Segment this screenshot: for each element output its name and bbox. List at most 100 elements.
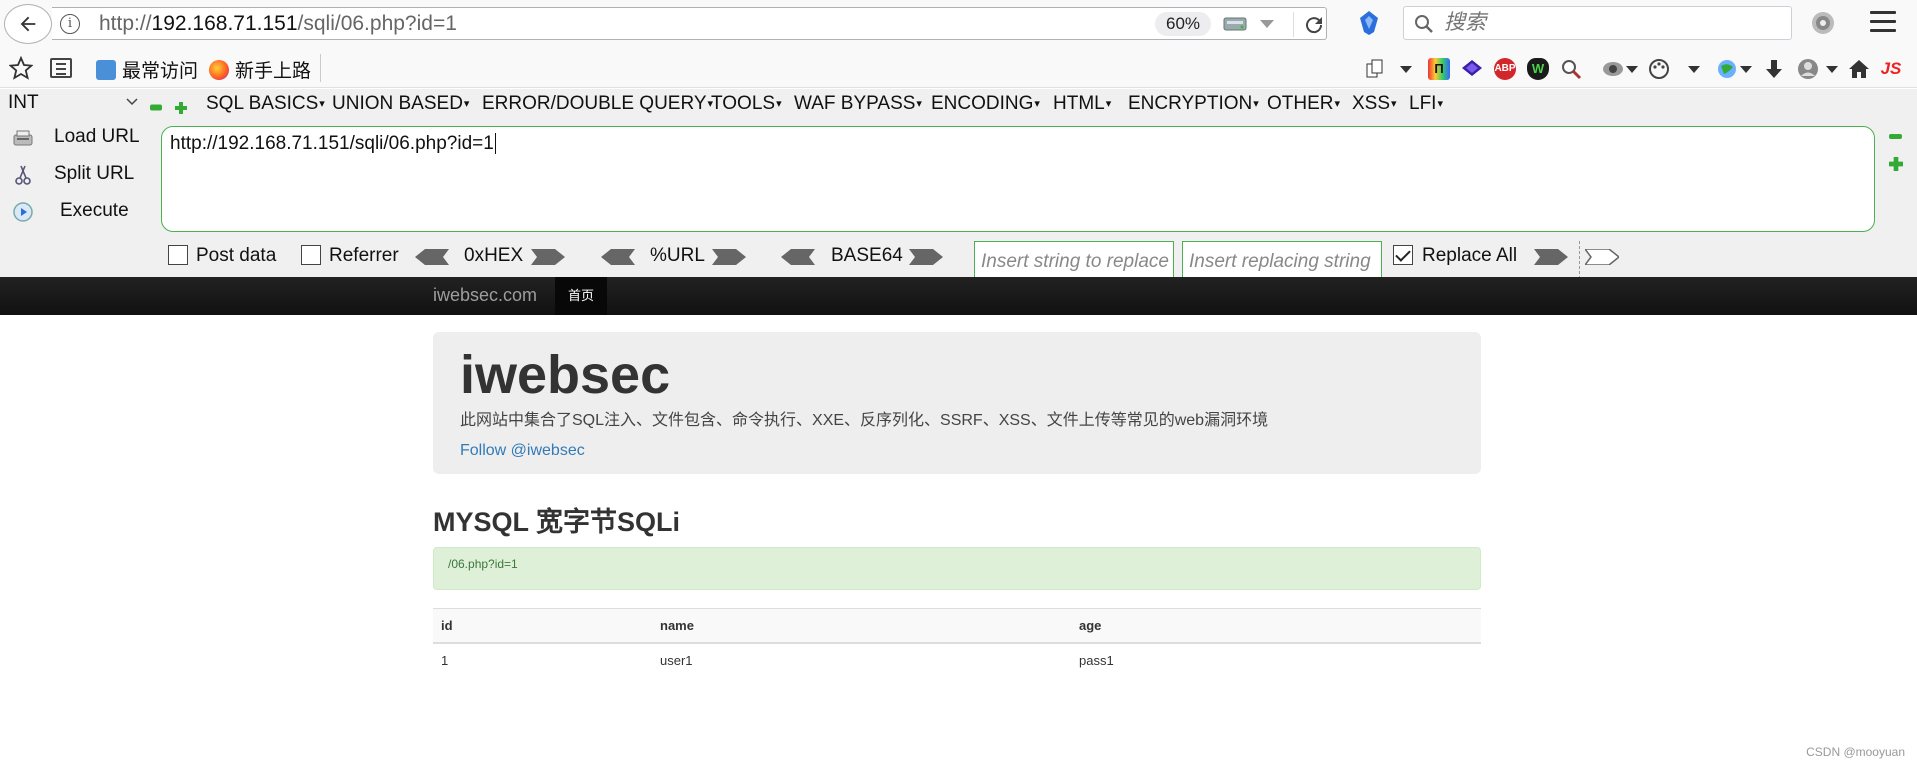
- replace-next-arrow-icon[interactable]: [1585, 249, 1619, 265]
- results-table: id name age 1 user1 pass1: [433, 608, 1481, 677]
- layers-ext-icon[interactable]: [1461, 58, 1483, 80]
- bookmark-label: 新手上路: [235, 61, 312, 82]
- url-textarea[interactable]: http://192.168.71.151/sqli/06.php?id=1: [161, 126, 1875, 232]
- gear-icon[interactable]: [1810, 10, 1836, 36]
- follow-link[interactable]: Follow @iwebsec: [460, 442, 585, 460]
- type-select-value: INT: [8, 92, 39, 113]
- url-encode-label: %URL: [650, 245, 705, 266]
- navigation-bar: i http://192.168.71.151/sqli/06.php?id=1…: [0, 0, 1917, 46]
- reload-icon[interactable]: [1302, 13, 1326, 37]
- hackbar-options: Post data Referrer 0xHEX %URL BASE64 Ins…: [0, 237, 1917, 281]
- decode-hex-arrow-icon[interactable]: [415, 249, 449, 265]
- menu-waf-bypass[interactable]: WAF BYPASS: [794, 93, 922, 115]
- menu-tools[interactable]: TOOLS: [711, 93, 782, 115]
- download-icon[interactable]: [1763, 58, 1785, 80]
- replace-arrow-icon[interactable]: [1534, 249, 1568, 265]
- plus-icon[interactable]: [1889, 157, 1903, 171]
- page-icon[interactable]: [1364, 58, 1386, 80]
- encode-url-arrow-icon[interactable]: [712, 249, 746, 265]
- table-header-row: id name age: [433, 608, 1481, 644]
- menu-encoding[interactable]: ENCODING: [931, 93, 1040, 115]
- site-description: 此网站中集合了SQL注入、文件包含、命令执行、XXE、反序列化、SSRF、XSS…: [460, 412, 1269, 429]
- dropdown-arrow-icon[interactable]: [1688, 66, 1700, 73]
- bookmark-most-visited[interactable]: 最常访问: [96, 56, 198, 83]
- dropdown-arrow-icon[interactable]: [1740, 66, 1752, 73]
- text-cursor: [494, 133, 496, 154]
- replace-string-input[interactable]: Insert string to replace: [974, 241, 1174, 281]
- info-icon[interactable]: i: [60, 14, 80, 34]
- dropdown-arrow-icon[interactable]: [1400, 66, 1412, 73]
- post-data-checkbox[interactable]: [168, 245, 188, 265]
- globe-ext-icon[interactable]: [1716, 58, 1738, 80]
- bookmark-getting-started[interactable]: 新手上路: [209, 56, 311, 83]
- home-icon[interactable]: [1848, 58, 1870, 80]
- site-title: iwebsec: [460, 345, 671, 405]
- pi-ext-icon[interactable]: П: [1428, 58, 1450, 80]
- search-bar[interactable]: [1403, 6, 1792, 40]
- menu-html[interactable]: HTML: [1053, 93, 1111, 115]
- replacing-string-input[interactable]: Insert replacing string: [1182, 241, 1382, 281]
- hamburger-menu-icon[interactable]: [1870, 11, 1896, 35]
- back-button[interactable]: [4, 4, 52, 44]
- bookmarks-toolbar: 最常访问 新手上路 П ABP W JS: [0, 46, 1917, 88]
- avatar-ext-icon[interactable]: [1797, 58, 1819, 80]
- menu-other[interactable]: OTHER: [1267, 93, 1340, 115]
- library-icon[interactable]: [50, 58, 72, 78]
- dropdown-arrow-icon[interactable]: [1260, 20, 1274, 28]
- minus-icon[interactable]: [1889, 134, 1902, 139]
- hackbar-menu: INT SQL BASICS UNION BASED ERROR/DOUBLE …: [0, 89, 1917, 122]
- js-ext-icon[interactable]: JS: [1880, 58, 1902, 80]
- page-heading: MYSQL 宽字节SQLi: [433, 507, 681, 537]
- star-icon[interactable]: [9, 56, 33, 80]
- hex-label: 0xHEX: [464, 245, 524, 266]
- menu-xss[interactable]: XSS: [1352, 93, 1397, 115]
- execute-button[interactable]: Execute: [8, 197, 138, 227]
- palette-ext-icon[interactable]: [1648, 58, 1670, 80]
- table-row: 1 user1 pass1: [433, 643, 1481, 677]
- menu-encryption[interactable]: ENCRYPTION: [1128, 93, 1259, 115]
- shield-extension-icon[interactable]: [1358, 10, 1380, 36]
- table-cell: 1: [441, 652, 449, 668]
- menu-sql-basics[interactable]: SQL BASICS: [206, 93, 325, 115]
- load-url-button[interactable]: Load URL: [8, 123, 140, 153]
- dropdown-arrow-icon[interactable]: [1826, 66, 1838, 73]
- split-url-label: Split URL: [54, 163, 135, 184]
- chevron-down-icon: [126, 98, 138, 106]
- execute-label: Execute: [60, 200, 129, 221]
- encode-hex-arrow-icon[interactable]: [531, 249, 565, 265]
- menu-error-double-query[interactable]: ERROR/DOUBLE QUERY: [482, 93, 713, 115]
- encode-base64-arrow-icon[interactable]: [909, 249, 943, 265]
- query-alert: /06.php?id=1: [433, 547, 1481, 590]
- decode-base64-arrow-icon[interactable]: [781, 249, 815, 265]
- zoom-ext-icon[interactable]: [1560, 58, 1582, 80]
- abp-icon[interactable]: ABP: [1494, 58, 1516, 80]
- menu-union-based[interactable]: UNION BASED: [332, 93, 469, 115]
- url-bar[interactable]: i http://192.168.71.151/sqli/06.php?id=1…: [52, 7, 1327, 40]
- drive-icon[interactable]: [1222, 14, 1250, 34]
- dropdown-arrow-icon[interactable]: [1626, 66, 1638, 73]
- column-header: age: [1071, 608, 1481, 644]
- plus-icon[interactable]: [175, 102, 187, 114]
- play-icon: [13, 202, 33, 222]
- scissors-icon: [15, 165, 31, 185]
- site-brand[interactable]: iwebsec.com: [433, 285, 537, 306]
- firefox-icon: [209, 59, 229, 80]
- search-input[interactable]: [1442, 11, 1782, 35]
- referrer-checkbox[interactable]: [301, 245, 321, 265]
- zoom-indicator[interactable]: 60%: [1155, 12, 1211, 36]
- site-navbar: iwebsec.com 首页: [0, 277, 1917, 315]
- split-url-button[interactable]: Split URL: [8, 160, 138, 190]
- menu-lfi[interactable]: LFI: [1409, 93, 1443, 115]
- column-header: id: [433, 608, 652, 644]
- replace-all-checkbox[interactable]: [1393, 245, 1413, 265]
- minus-icon[interactable]: [150, 104, 162, 111]
- eye-ext-icon[interactable]: [1602, 58, 1624, 80]
- type-select[interactable]: INT: [8, 92, 138, 116]
- column-header: name: [652, 608, 1071, 644]
- w-ext-icon[interactable]: W: [1527, 58, 1549, 80]
- decode-url-arrow-icon[interactable]: [601, 249, 635, 265]
- nav-home-link[interactable]: 首页: [555, 277, 607, 315]
- url-text[interactable]: http://192.168.71.151/sqli/06.php?id=1: [99, 12, 457, 36]
- load-url-label: Load URL: [54, 126, 140, 147]
- referrer-label: Referrer: [329, 245, 399, 266]
